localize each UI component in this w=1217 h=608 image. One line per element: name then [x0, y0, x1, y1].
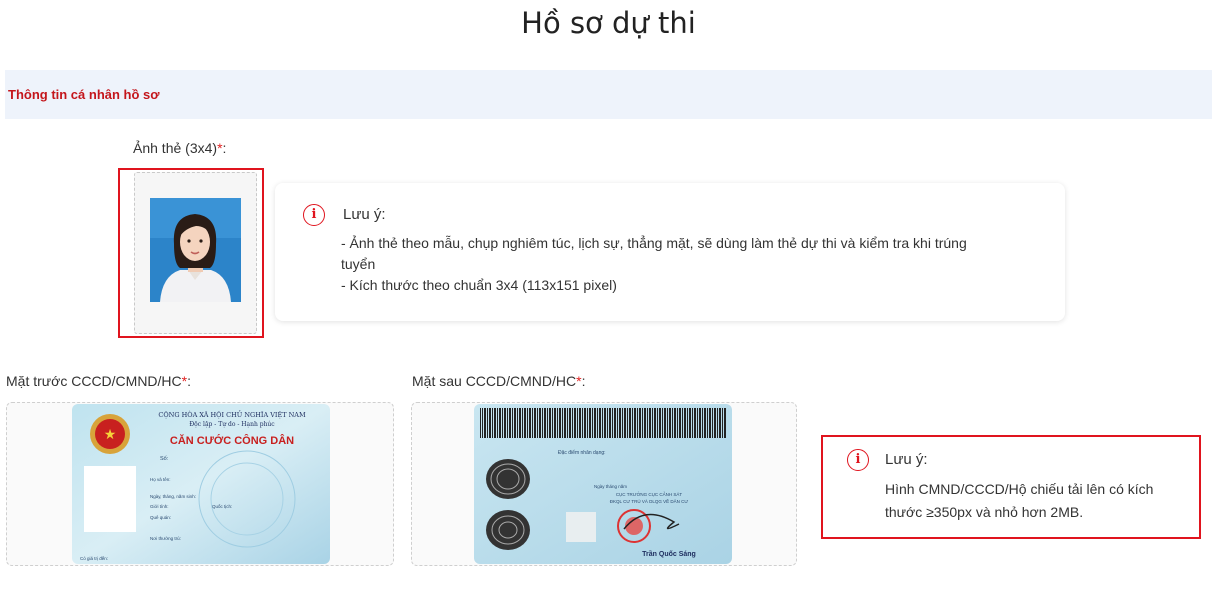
- note-text: - Ảnh thẻ theo mẫu, chụp nghiêm túc, lịc…: [341, 233, 1041, 296]
- label-colon: :: [581, 373, 586, 389]
- info-icon: i: [303, 204, 325, 226]
- card-field: Số:: [160, 456, 169, 462]
- card-signer: Trần Quốc Sáng: [642, 549, 696, 558]
- card-field: Có giá trị đến:: [80, 556, 108, 561]
- card-field: Giới tính:: [150, 504, 168, 509]
- svg-text:★: ★: [104, 426, 117, 442]
- card-field: Quê quán:: [150, 515, 171, 520]
- id-front-image: ★ CỘNG HÒA XÃ HỘI CHỦ NGHĨA VIỆT NAM Độc…: [72, 404, 330, 564]
- section-title: Thông tin cá nhân hồ sơ: [8, 87, 160, 102]
- id-front-label: Mặt trước CCCD/CMND/HC*:: [6, 373, 191, 389]
- id-front-label-text: Mặt trước CCCD/CMND/HC: [6, 373, 182, 389]
- card-field: Đặc điểm nhân dạng:: [558, 449, 606, 456]
- card-title: CĂN CƯỚC CÔNG DÂN: [170, 434, 294, 447]
- id-back-image: Đặc điểm nhân dạng: Ngày tháng năm CỤC T…: [474, 404, 732, 564]
- id-note-highlight-frame: [821, 435, 1201, 539]
- card-header-1: CỘNG HÒA XÃ HỘI CHỦ NGHĨA VIỆT NAM: [158, 409, 306, 419]
- photo-highlight-frame: [118, 168, 264, 338]
- card-field: Họ và tên:: [150, 477, 171, 482]
- card-field: CỤC TRƯỞNG CỤC CẢNH SÁT: [616, 491, 683, 497]
- page-title: Hồ sơ dự thi: [521, 6, 696, 40]
- note-line-2: - Kích thước theo chuẩn 3x4 (113x151 pix…: [341, 277, 617, 293]
- card-field: Nơi thường trú:: [150, 536, 181, 541]
- card-field: ĐKQL CƯ TRÚ VÀ DLQG VỀ DÂN CƯ: [610, 498, 689, 504]
- id-back-label: Mặt sau CCCD/CMND/HC*:: [412, 373, 585, 389]
- photo-note-card: i Lưu ý: - Ảnh thẻ theo mẫu, chụp nghiêm…: [275, 183, 1065, 321]
- photo-label-text: Ảnh thẻ (3x4): [133, 140, 218, 156]
- label-colon: :: [187, 373, 191, 389]
- section-header: Thông tin cá nhân hồ sơ: [5, 70, 1212, 119]
- id-back-label-text: Mặt sau CCCD/CMND/HC: [412, 373, 577, 389]
- card-header-2: Độc lập - Tự do - Hạnh phúc: [189, 421, 275, 428]
- label-colon: :: [222, 140, 227, 156]
- card-field: Ngày, tháng, năm sinh:: [150, 494, 196, 499]
- photo-label: Ảnh thẻ (3x4)*:: [133, 140, 226, 156]
- card-field: Quốc tịch:: [212, 504, 232, 509]
- card-field: Ngày tháng năm: [594, 484, 627, 489]
- note-line-1: - Ảnh thẻ theo mẫu, chụp nghiêm túc, lịc…: [341, 235, 967, 251]
- note-title: Lưu ý:: [343, 206, 386, 223]
- note-line-1b: tuyển: [341, 256, 376, 272]
